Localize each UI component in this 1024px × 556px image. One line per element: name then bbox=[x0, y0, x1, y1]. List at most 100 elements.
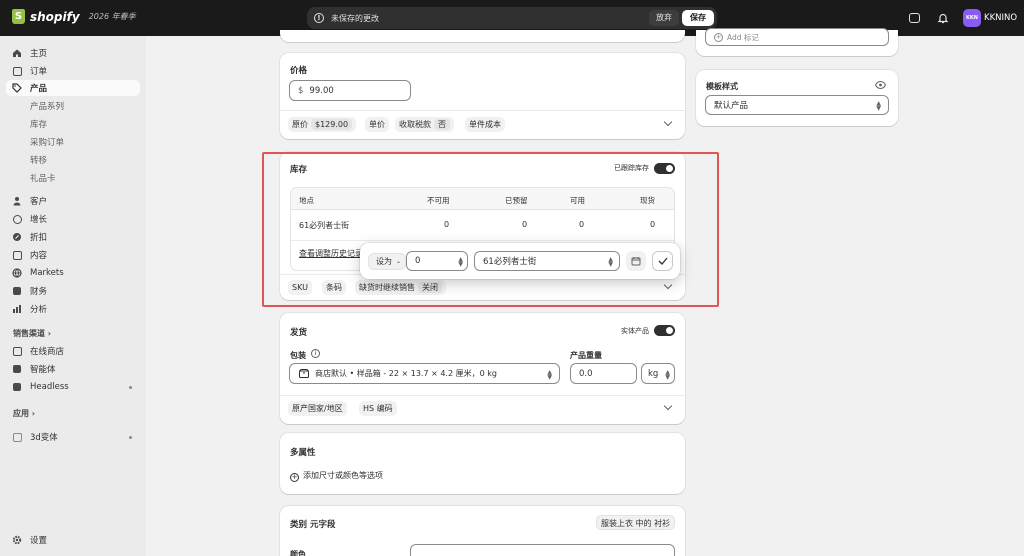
sidebar-item-headless[interactable]: Headless bbox=[6, 379, 140, 395]
chip-value: $129.00 bbox=[311, 119, 353, 130]
charge-tax-chip[interactable]: 收取税款否 bbox=[395, 117, 454, 132]
sidebar-item-content[interactable]: 内容 bbox=[6, 247, 140, 263]
sidebar-item-label: 在线商店 bbox=[30, 347, 65, 357]
cost-per-item-chip[interactable]: 单件成本 bbox=[465, 117, 505, 132]
discount-icon bbox=[12, 232, 22, 242]
store-icon[interactable] bbox=[909, 13, 920, 23]
store-name[interactable]: KKNINO bbox=[984, 13, 1017, 23]
quantity-value: 0 bbox=[415, 256, 421, 266]
country-of-origin-chip[interactable]: 原产国家/地区 bbox=[288, 401, 347, 416]
hs-code-chip[interactable]: HS 编码 bbox=[359, 401, 397, 416]
checkmark-icon bbox=[658, 257, 667, 265]
sidebar-item-label: 主页 bbox=[30, 49, 48, 59]
sidebar-item-gift-cards[interactable]: 礼品卡 bbox=[6, 170, 140, 186]
package-select[interactable]: 商店默认 • 样品箱 - 22 × 13.7 × 4.2 厘米，0 kg ▲ ▼ bbox=[289, 363, 560, 384]
price-input[interactable]: $ 99.00 bbox=[289, 80, 411, 101]
template-select[interactable]: 默认产品 ▲ ▼ bbox=[705, 95, 889, 115]
sidebar-item-label: 库存 bbox=[30, 120, 48, 130]
sidebar-item-label: 产品 bbox=[30, 84, 48, 94]
package-label: 包装 bbox=[290, 351, 306, 360]
apps-section[interactable]: 应用 › bbox=[6, 405, 140, 421]
price-title: 价格 bbox=[290, 66, 308, 76]
bank-icon bbox=[12, 286, 22, 296]
sidebar-item-purchase-orders[interactable]: 采购订单 bbox=[6, 134, 140, 150]
template-card: 模板样式 默认产品 ▲ ▼ bbox=[696, 70, 898, 126]
sidebar-item-analytics[interactable]: 分析 bbox=[6, 301, 140, 317]
sidebar-item-growth[interactable]: 增长 bbox=[6, 211, 140, 227]
sidebar-item-label: 折扣 bbox=[30, 233, 48, 243]
add-options-button[interactable]: + 添加尺寸或颜色等选项 bbox=[290, 470, 383, 482]
confirm-check-button[interactable] bbox=[652, 251, 673, 271]
sidebar-item-discounts[interactable]: 折扣 bbox=[6, 229, 140, 245]
sidebar-item-home[interactable]: 主页 bbox=[6, 45, 140, 61]
location-select[interactable]: 61必列者士街 ▲ ▼ bbox=[474, 251, 620, 271]
sidebar-item-markets[interactable]: Markets bbox=[6, 265, 140, 281]
store-icon bbox=[12, 346, 22, 356]
agent-icon bbox=[12, 364, 22, 374]
sidebar-item-transfers[interactable]: 转移 bbox=[6, 152, 140, 168]
physical-product-toggle[interactable] bbox=[654, 325, 675, 336]
sidebar-item-collections[interactable]: 产品系列 bbox=[6, 98, 140, 114]
weight-input[interactable]: 0.0 bbox=[570, 363, 637, 384]
calendar-icon[interactable] bbox=[626, 251, 646, 271]
compare-at-price-chip[interactable]: 原价 $129.00 bbox=[288, 117, 357, 132]
sidebar-item-orders[interactable]: 订单 bbox=[6, 63, 140, 79]
info-icon[interactable]: i bbox=[311, 349, 320, 358]
sales-channels-section[interactable]: 销售渠道 › bbox=[6, 325, 140, 341]
description-card-bottom bbox=[280, 30, 685, 42]
shipping-title: 发货 bbox=[290, 328, 308, 338]
more-dot-icon bbox=[129, 435, 132, 439]
add-tag-label: Add 标记 bbox=[727, 32, 759, 42]
chevron-down-icon[interactable] bbox=[663, 401, 673, 411]
unit-price-chip[interactable]: 单价 bbox=[365, 117, 389, 132]
sidebar-item-label: 内容 bbox=[30, 251, 48, 261]
sidebar-item-customers[interactable]: 客户 bbox=[6, 193, 140, 209]
chart-icon bbox=[12, 304, 22, 314]
section-label: 销售渠道 › bbox=[13, 328, 52, 338]
home-icon bbox=[12, 48, 22, 58]
category-badge: 服装上衣 中的 衬衫 bbox=[596, 515, 676, 530]
unsaved-message: 未保存的更改 bbox=[331, 13, 379, 23]
discard-button[interactable]: 放弃 bbox=[649, 10, 679, 26]
unsaved-changes-bar: ! 未保存的更改 放弃 保存 bbox=[307, 7, 717, 29]
quantity-input[interactable]: 0 ▲ ▼ bbox=[406, 251, 468, 271]
shopify-bag-icon: S bbox=[12, 9, 25, 24]
sidebar-item-finance[interactable]: 财务 bbox=[6, 283, 140, 299]
sidebar-item-settings[interactable]: 设置 bbox=[6, 532, 140, 548]
brand-name: shopify bbox=[30, 9, 80, 24]
sidebar-item-online-store[interactable]: 在线商店 bbox=[6, 343, 140, 359]
sidebar-item-agent[interactable]: 智能体 bbox=[6, 361, 140, 377]
chip-label: 原价 bbox=[292, 120, 308, 129]
sidebar-item-label: Markets bbox=[30, 268, 64, 278]
bell-icon[interactable] bbox=[937, 12, 949, 24]
sidebar-item-label: 财务 bbox=[30, 287, 48, 297]
select-chevron-icon: ▲ ▼ bbox=[608, 256, 613, 268]
sidebar-item-label: 产品系列 bbox=[30, 102, 65, 112]
color-field-label: 颜色 bbox=[290, 550, 306, 556]
sidebar-item-inventory[interactable]: 库存 bbox=[6, 116, 140, 132]
shopify-logo[interactable]: S shopify 2026 年春季 bbox=[12, 9, 136, 24]
physical-product-label: 实体产品 bbox=[621, 327, 649, 335]
chip-label: 收取税款 bbox=[399, 120, 431, 129]
sidebar-item-3d-variants[interactable]: 3d变体 bbox=[6, 429, 140, 445]
eye-icon[interactable] bbox=[874, 80, 887, 92]
alert-icon: ! bbox=[314, 13, 324, 23]
plus-circle-icon: + bbox=[290, 473, 299, 482]
sidebar-item-label: 客户 bbox=[30, 197, 48, 207]
gauge-icon bbox=[12, 214, 22, 224]
save-button[interactable]: 保存 bbox=[682, 10, 714, 26]
sidebar-item-label: 增长 bbox=[30, 215, 48, 225]
app-icon bbox=[12, 432, 22, 442]
add-tag-input[interactable]: + Add 标记 bbox=[705, 28, 889, 46]
chevron-down-icon[interactable] bbox=[663, 117, 673, 127]
divider bbox=[280, 395, 685, 396]
color-field-input[interactable] bbox=[410, 544, 675, 556]
sidebar-item-products[interactable]: 产品 bbox=[6, 80, 140, 96]
more-dot-icon bbox=[129, 385, 132, 389]
stepper-icon[interactable]: ▲ ▼ bbox=[458, 257, 463, 268]
variants-title: 多属性 bbox=[290, 448, 316, 458]
avatar[interactable]: KKN bbox=[963, 9, 981, 27]
weight-unit-select[interactable]: kg ▲ ▼ bbox=[641, 363, 675, 384]
edition-label: 2026 年春季 bbox=[88, 12, 136, 21]
mode-select[interactable]: 设为 ⌄ bbox=[368, 253, 406, 270]
